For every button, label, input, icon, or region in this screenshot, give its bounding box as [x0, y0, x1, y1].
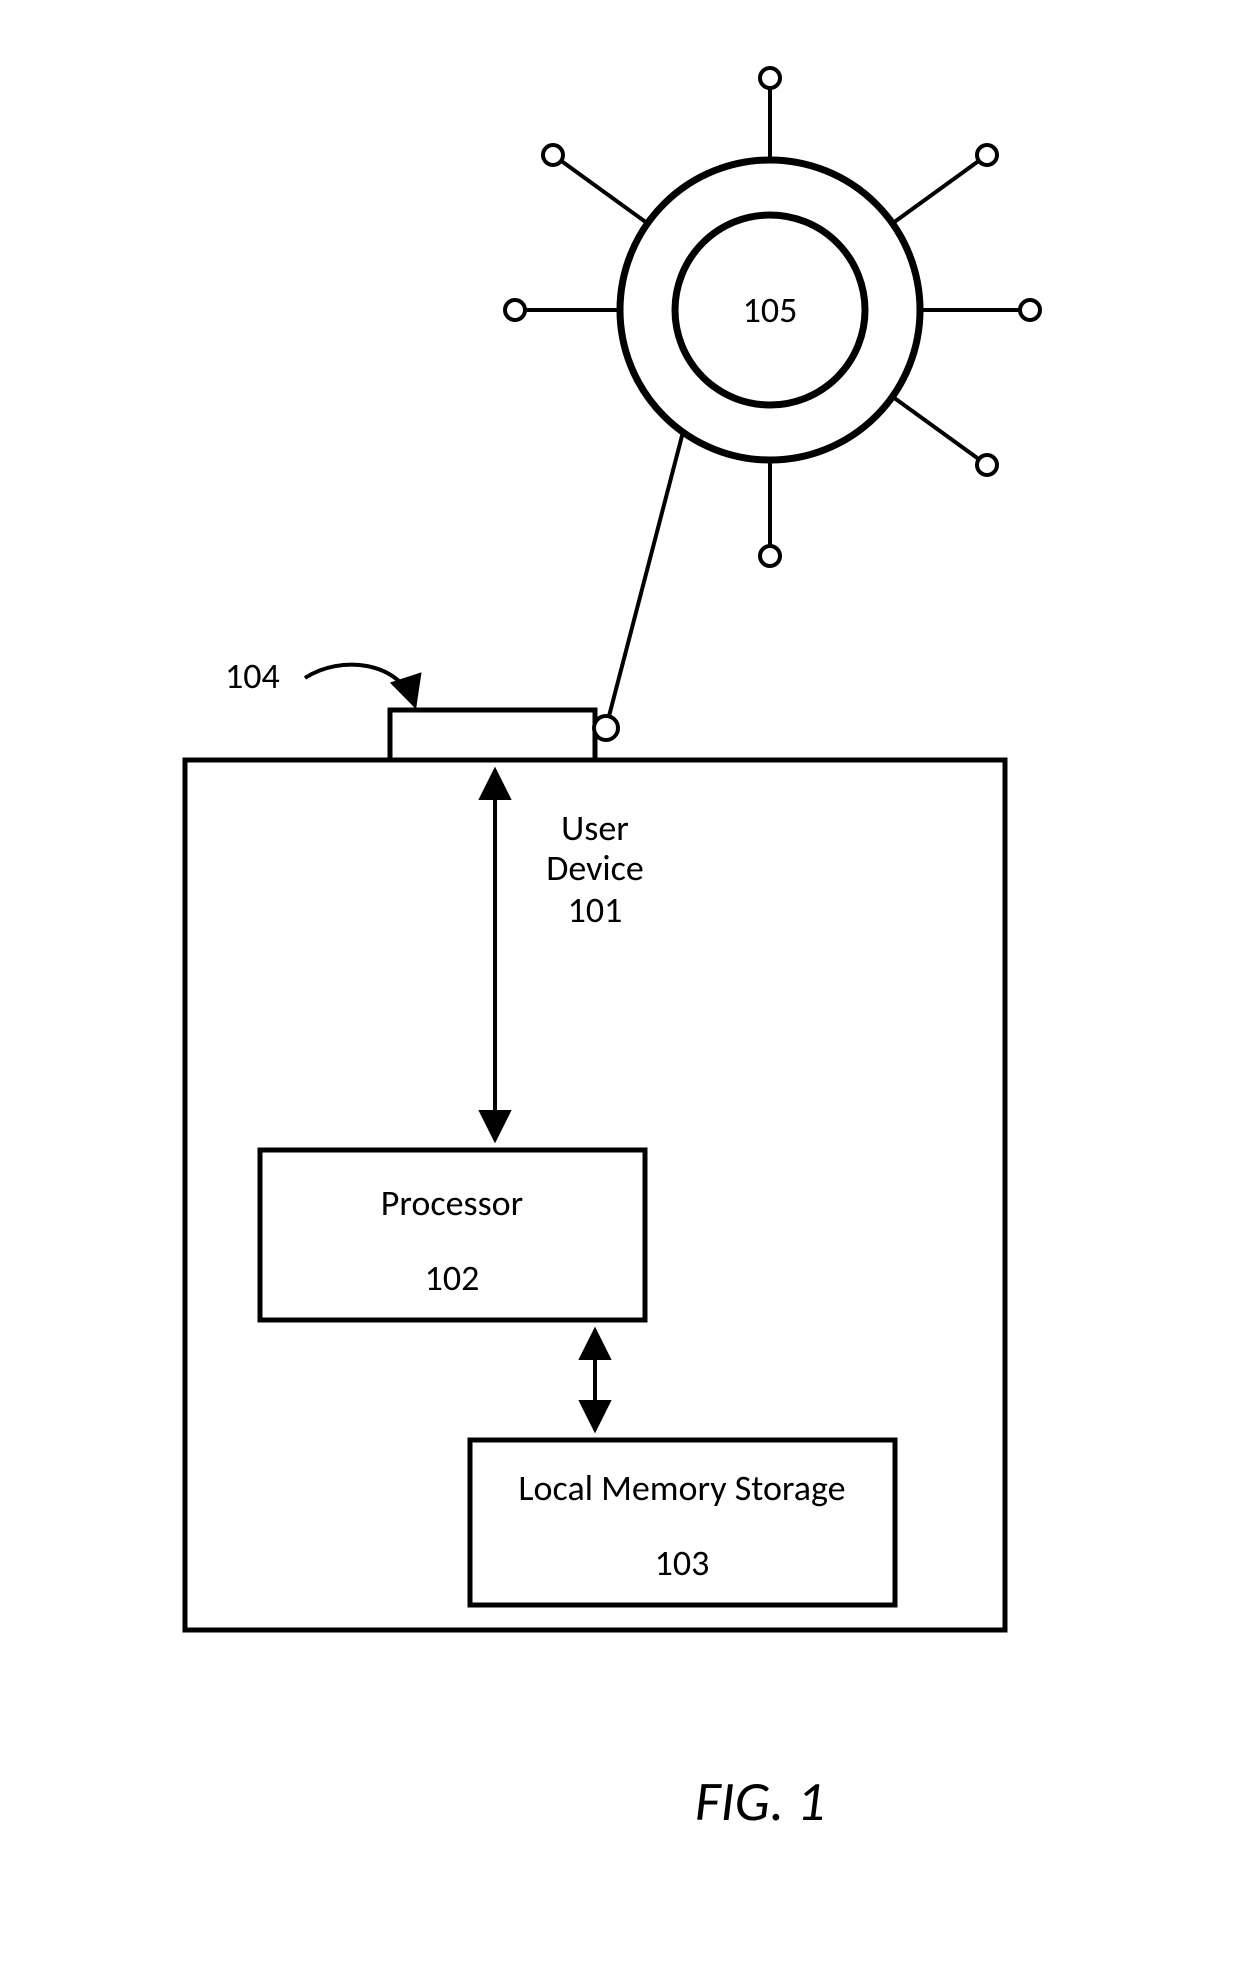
- antenna-box: [390, 710, 595, 760]
- processor-num: 102: [425, 1256, 480, 1300]
- ref-104-arrow: [305, 665, 415, 706]
- memory-num: 103: [655, 1541, 710, 1585]
- ref-104-label: 104: [225, 654, 280, 698]
- figure-caption: FIG. 1: [695, 1768, 825, 1836]
- processor-label: Processor: [381, 1181, 523, 1225]
- network-hub: 105: [505, 68, 1040, 740]
- user-device-label-line2: Device: [546, 846, 644, 890]
- memory-label: Local Memory Storage: [518, 1466, 845, 1510]
- user-device-num: 101: [568, 888, 623, 932]
- network-hub-label: 105: [743, 288, 798, 332]
- diagram-svg: 104 105 User Device 101: [0, 0, 1240, 1968]
- user-device-label-line1: User: [561, 806, 629, 850]
